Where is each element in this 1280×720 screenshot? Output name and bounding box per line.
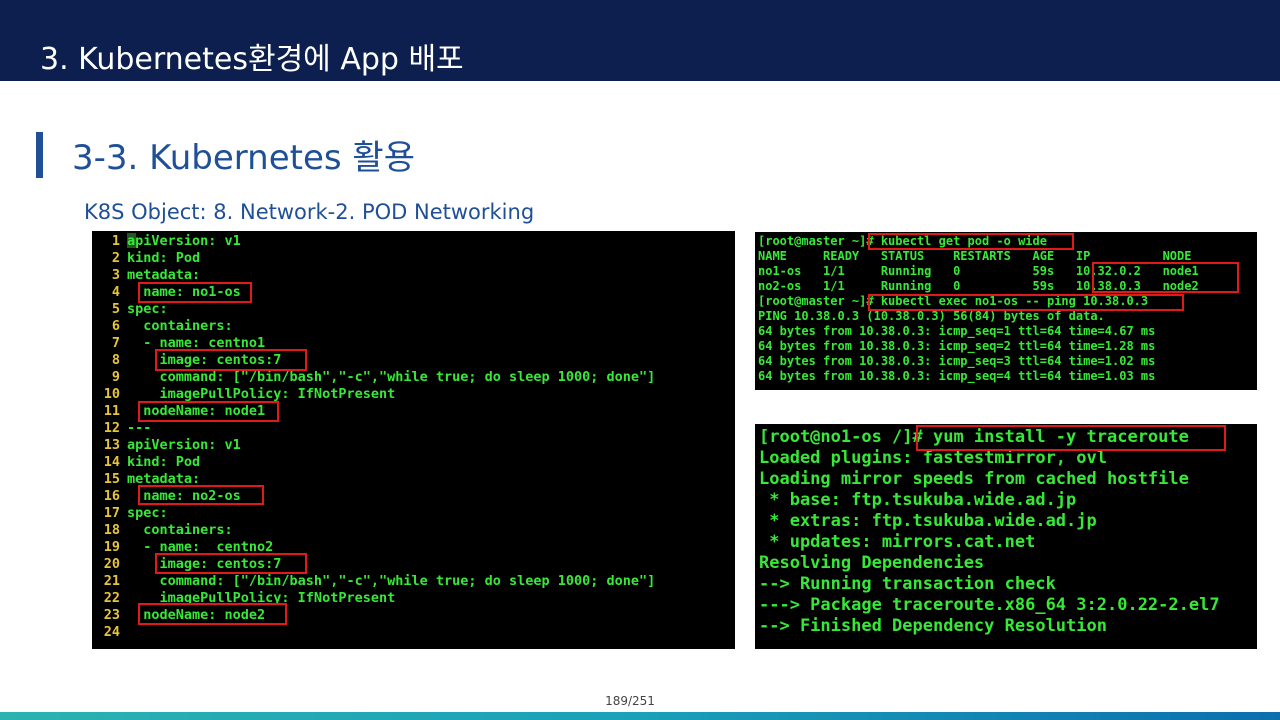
line-number: 13 — [103, 437, 120, 453]
terminal-line: Resolving Dependencies — [759, 553, 985, 573]
code-text: spec: — [127, 505, 168, 521]
line-number: 4 — [111, 284, 120, 300]
line-number: 18 — [103, 522, 120, 538]
terminal-line: Loading mirror speeds from cached hostfi… — [759, 469, 1189, 489]
terminal-line: * extras: ftp.tsukuba.wide.ad.jp — [759, 511, 1097, 531]
code-text: spec: — [127, 301, 168, 317]
terminal-line: 64 bytes from 10.38.0.3: icmp_seq=3 ttl=… — [758, 354, 1156, 368]
terminal-line: 64 bytes from 10.38.0.3: icmp_seq=1 ttl=… — [758, 324, 1156, 338]
page-number: 189/251 — [605, 694, 655, 708]
line-number: 23 — [103, 607, 120, 623]
line-number: 22 — [103, 590, 120, 606]
line-number: 3 — [111, 267, 120, 283]
line-number: 15 — [103, 471, 120, 487]
terminal-line: 64 bytes from 10.38.0.3: icmp_seq=4 ttl=… — [758, 369, 1156, 383]
highlight-box-name-no2 — [138, 485, 264, 505]
yum-terminal: [root@no1-os /]# yum install -y tracerou… — [755, 424, 1257, 649]
line-number: 10 — [103, 386, 120, 402]
header-bar: 3. Kubernetes환경에 App 배포 — [0, 0, 1280, 81]
highlight-box-name-no1 — [138, 282, 252, 303]
terminal-line: * updates: mirrors.cat.net — [759, 532, 1036, 552]
highlight-box-nodename-2 — [138, 603, 287, 625]
highlight-box-ping-command — [868, 294, 1184, 311]
highlight-box-get-pod-command — [868, 233, 1074, 250]
line-number: 11 — [103, 403, 120, 419]
terminal-line: 64 bytes from 10.38.0.3: icmp_seq=2 ttl=… — [758, 339, 1156, 353]
line-number: 7 — [111, 335, 120, 351]
slide-header-title: 3. Kubernetes환경에 App 배포 — [40, 42, 464, 77]
line-number: 9 — [111, 369, 120, 385]
code-text: command: ["/bin/bash","-c","while true; … — [127, 369, 656, 385]
line-number: 1 — [111, 233, 120, 249]
terminal-line: --> Running transaction check — [759, 574, 1056, 594]
terminal-line: --> Finished Dependency Resolution — [759, 616, 1107, 636]
line-number: 6 — [111, 318, 120, 334]
line-number: 21 — [103, 573, 120, 589]
kubectl-terminal: [root@master ~]# kubectl get pod -o wide… — [755, 232, 1257, 390]
highlight-box-yum-command — [916, 425, 1226, 451]
line-number: 2 — [111, 250, 120, 266]
line-number: 20 — [103, 556, 120, 572]
section-subtitle: K8S Object: 8. Network-2. POD Networking — [84, 200, 535, 224]
highlight-box-nodename-1 — [138, 401, 279, 422]
highlight-box-pod-ips — [1092, 262, 1239, 293]
terminal-line: * base: ftp.tsukuba.wide.ad.jp — [759, 490, 1077, 510]
line-number: 14 — [103, 454, 120, 470]
code-text: command: ["/bin/bash","-c","while true; … — [127, 573, 656, 589]
code-text: apiVersion: v1 — [127, 233, 241, 249]
footer-gradient-bar — [0, 712, 1280, 720]
line-number: 5 — [111, 301, 120, 317]
code-text: --- — [127, 420, 152, 436]
line-number: 19 — [103, 539, 120, 555]
line-number: 8 — [111, 352, 120, 368]
highlight-box-image-1 — [155, 349, 307, 371]
code-text: apiVersion: v1 — [127, 437, 241, 453]
terminal-line: Loaded plugins: fastestmirror, ovl — [759, 448, 1107, 468]
line-number: 12 — [103, 420, 120, 436]
terminal-line: PING 10.38.0.3 (10.38.0.3) 56(84) bytes … — [758, 309, 1105, 323]
section-title: 3-3. Kubernetes 활용 — [72, 138, 415, 178]
highlight-box-image-2 — [155, 553, 307, 574]
section-accent-bar — [36, 132, 43, 178]
code-text: containers: — [127, 522, 233, 538]
line-number: 17 — [103, 505, 120, 521]
code-text: kind: Pod — [127, 250, 201, 266]
line-number: 16 — [103, 488, 120, 504]
terminal-line: ---> Package traceroute.x86_64 3:2.0.22-… — [759, 595, 1220, 615]
code-text: kind: Pod — [127, 454, 201, 470]
code-text: containers: — [127, 318, 233, 334]
line-number: 24 — [103, 624, 120, 640]
